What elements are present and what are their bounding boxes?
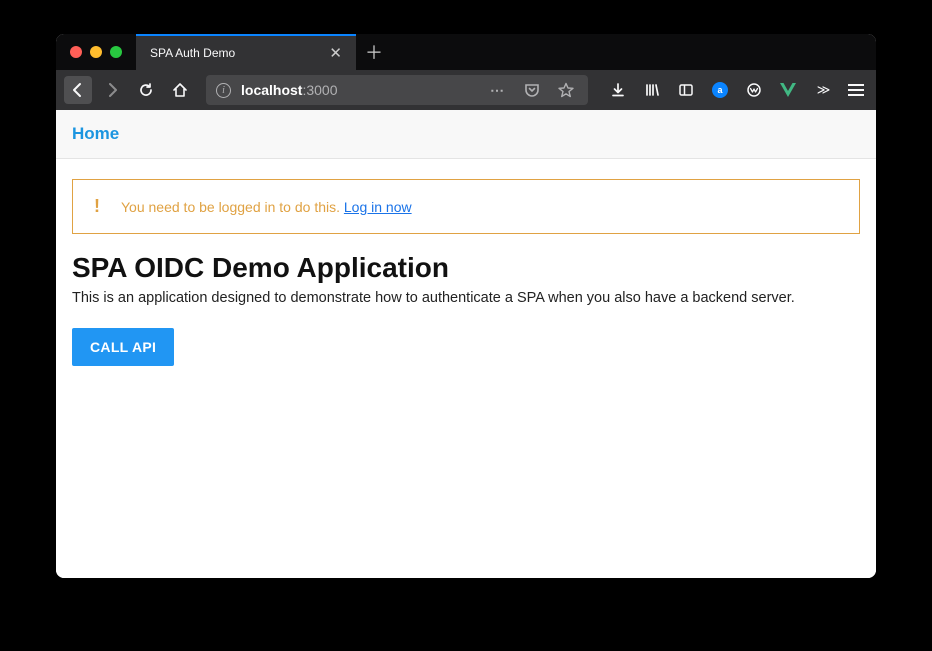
download-icon bbox=[610, 82, 626, 98]
overflow-button[interactable]: ≫ bbox=[810, 78, 834, 102]
site-info-icon[interactable]: i bbox=[216, 83, 231, 98]
extension-altair-button[interactable]: a bbox=[708, 78, 732, 102]
window-zoom-button[interactable] bbox=[110, 46, 122, 58]
url-text: localhost:3000 bbox=[241, 82, 338, 98]
bookmark-button[interactable] bbox=[554, 78, 578, 102]
pocket-icon bbox=[524, 82, 540, 98]
hamburger-icon bbox=[848, 84, 864, 96]
url-actions: ⋯ bbox=[486, 78, 578, 102]
arrow-left-icon bbox=[70, 82, 86, 98]
tab-close-button[interactable]: ✕ bbox=[325, 44, 346, 63]
browser-window: SPA Auth Demo ✕ ＋ i localhost:3000 ⋯ bbox=[56, 34, 876, 578]
window-traffic-lights bbox=[56, 34, 136, 70]
new-tab-button[interactable]: ＋ bbox=[356, 34, 392, 70]
vue-icon bbox=[780, 83, 796, 97]
star-icon bbox=[558, 82, 574, 98]
library-button[interactable] bbox=[640, 78, 664, 102]
chevron-double-right-icon: ≫ bbox=[817, 82, 828, 98]
login-required-alert: ! You need to be logged in to do this. L… bbox=[72, 179, 860, 234]
alert-body: You need to be logged in to do this. Log… bbox=[121, 199, 412, 215]
extension-vue-button[interactable] bbox=[776, 78, 800, 102]
page-description: This is an application designed to demon… bbox=[72, 290, 860, 306]
wappalyzer-icon bbox=[746, 82, 762, 98]
page-title: SPA OIDC Demo Application bbox=[72, 252, 860, 284]
url-input[interactable]: i localhost:3000 ⋯ bbox=[206, 75, 588, 105]
alert-message: You need to be logged in to do this. bbox=[121, 199, 344, 215]
library-icon bbox=[644, 82, 660, 98]
url-host: localhost bbox=[241, 82, 302, 98]
sidebar-button[interactable] bbox=[674, 78, 698, 102]
app-nav-bar: Home bbox=[56, 110, 876, 159]
tab-title: SPA Auth Demo bbox=[150, 46, 315, 60]
browser-toolbar: i localhost:3000 ⋯ bbox=[56, 70, 876, 110]
sidebar-icon bbox=[678, 82, 694, 98]
window-minimize-button[interactable] bbox=[90, 46, 102, 58]
arrow-right-icon bbox=[104, 82, 120, 98]
page-actions-button[interactable]: ⋯ bbox=[486, 78, 510, 102]
back-button[interactable] bbox=[64, 76, 92, 104]
url-port: :3000 bbox=[302, 82, 337, 98]
page-content: ! You need to be logged in to do this. L… bbox=[56, 159, 876, 386]
reload-button[interactable] bbox=[132, 76, 160, 104]
home-icon bbox=[172, 82, 188, 98]
toolbar-right-icons: a ≫ bbox=[600, 78, 868, 102]
app-menu-button[interactable] bbox=[844, 78, 868, 102]
home-button[interactable] bbox=[166, 76, 194, 104]
nav-home-link[interactable]: Home bbox=[72, 124, 119, 143]
call-api-button[interactable]: CALL API bbox=[72, 328, 174, 366]
forward-button[interactable] bbox=[98, 76, 126, 104]
reload-icon bbox=[138, 82, 154, 98]
downloads-button[interactable] bbox=[606, 78, 630, 102]
browser-tab-active[interactable]: SPA Auth Demo ✕ bbox=[136, 34, 356, 70]
window-close-button[interactable] bbox=[70, 46, 82, 58]
pocket-button[interactable] bbox=[520, 78, 544, 102]
extension-wappalyzer-button[interactable] bbox=[742, 78, 766, 102]
login-link[interactable]: Log in now bbox=[344, 199, 412, 215]
warning-icon: ! bbox=[93, 196, 101, 217]
extension-badge-icon: a bbox=[712, 82, 728, 98]
page-viewport: Home ! You need to be logged in to do th… bbox=[56, 110, 876, 578]
tab-bar: SPA Auth Demo ✕ ＋ bbox=[56, 34, 876, 70]
